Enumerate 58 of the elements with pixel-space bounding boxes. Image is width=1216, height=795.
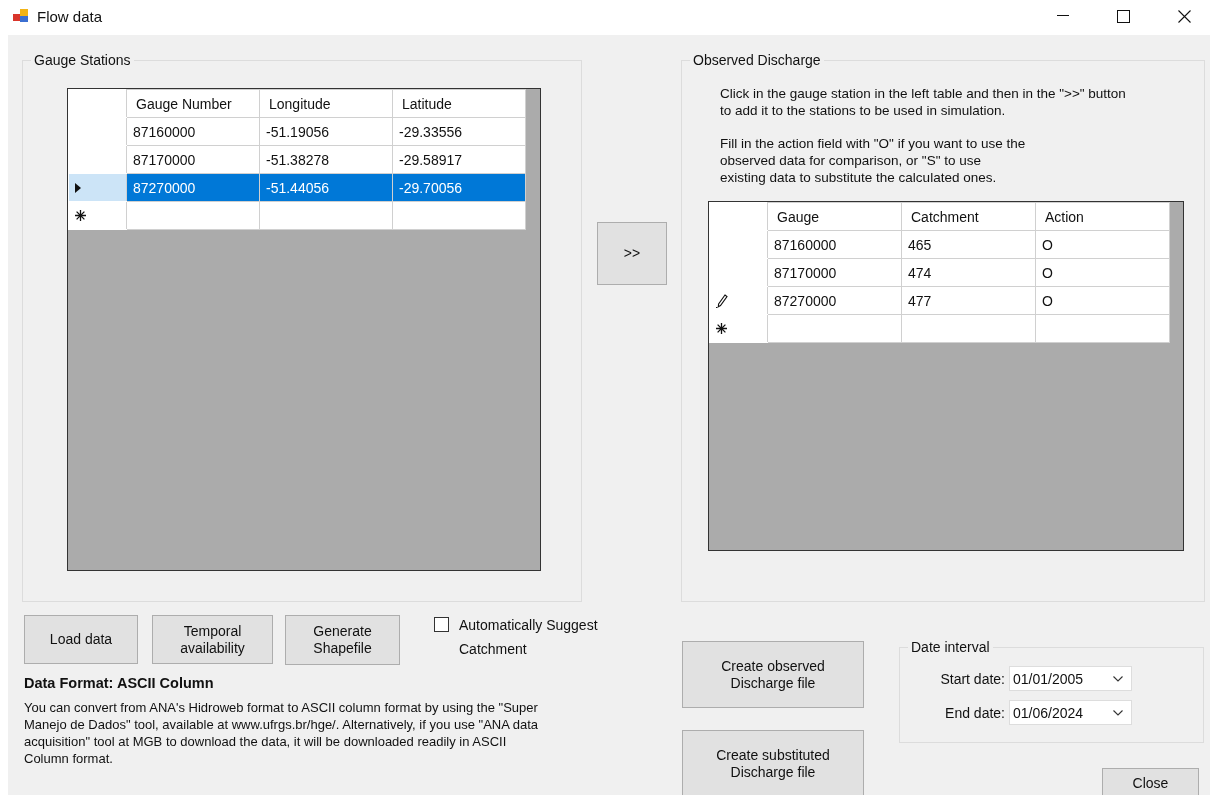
instruction-text: Click in the gauge station in the left table and then in the ">>" button to add it to the stations to be used in simulation. [720,85,1127,119]
field-label: End date: [945,704,1005,721]
column-header[interactable]: Gauge [767,202,902,231]
table-cell[interactable]: 87270000 [767,286,902,315]
table-cell[interactable]: O [1035,286,1170,315]
table-cell[interactable]: 87270000 [126,173,260,202]
field-label: Start date: [940,670,1005,687]
section-heading: Data Format: ASCII Column [24,675,215,691]
app-icon [12,8,30,24]
table-cell[interactable]: -51.44056 [259,173,393,202]
table-cell[interactable]: 87160000 [126,117,260,146]
dropdown-icon [1113,675,1123,682]
action-button[interactable]: Temporal availability [152,615,273,664]
date-picker[interactable]: 01/01/2005 [1009,666,1132,691]
table-cell[interactable]: -51.19056 [259,117,393,146]
table-cell[interactable]: O [1035,258,1170,287]
group-title: Gauge Stations [31,52,134,68]
instruction-text: Fill in the action field with "O" if you want to use the observed data for comparison, or "S" to use existing data to substitute the calculated ones. [720,135,1027,186]
date-picker[interactable]: 01/06/2024 [1009,700,1132,725]
table-cell[interactable]: O [1035,230,1170,259]
row-header[interactable] [709,314,768,343]
table-cell[interactable]: -29.70056 [392,173,526,202]
table-cell[interactable]: 477 [901,286,1036,315]
column-header[interactable]: Catchment [901,202,1036,231]
table-cell[interactable]: 87160000 [767,230,902,259]
group-title: Observed Discharge [690,52,824,68]
column-header[interactable]: Longitude [259,89,393,118]
window-title: Flow data [37,7,103,25]
column-header[interactable]: Gauge Number [126,89,260,118]
action-button[interactable]: Generate Shapefile [285,615,400,665]
close-icon[interactable] [1178,9,1191,23]
maximize-icon[interactable] [1117,9,1130,23]
column-header[interactable]: Latitude [392,89,526,118]
minimize-icon[interactable] [1057,15,1069,17]
new-row-icon [75,210,86,221]
current-row-icon [75,182,81,193]
table-cell[interactable]: -29.58917 [392,145,526,174]
table-cell[interactable]: -51.38278 [259,145,393,174]
table-cell[interactable]: 87170000 [126,145,260,174]
create-file-button[interactable]: Create substituted Discharge file [682,730,864,795]
new-row-icon [716,323,727,334]
group-title: Date interval [908,639,993,655]
dropdown-icon [1113,709,1123,716]
checkbox-label[interactable]: Automatically Suggest Catchment [459,613,609,661]
close-button[interactable]: Close [1102,768,1199,795]
create-file-button[interactable]: Create observed Discharge file [682,641,864,708]
action-button[interactable]: Load data [24,615,138,664]
table-cell[interactable]: 474 [901,258,1036,287]
pencil-icon [716,293,728,308]
info-text: You can convert from ANA's Hidroweb format to ASCII column format by using the "Super Manejo de Dados" tool, available at www.ufrgs.br/hge/. Alternatively, if you use "ANA data acquisition" tool at MGB to download the data, it will be downloaded readily in ASCII Column format. [24,699,540,767]
table-cell[interactable]: -29.33556 [392,117,526,146]
table-cell[interactable]: 465 [901,230,1036,259]
row-header[interactable] [68,201,127,230]
row-header[interactable] [709,286,768,315]
table-cell[interactable]: 87170000 [767,258,902,287]
checkbox[interactable] [434,617,449,632]
add-button[interactable]: >> [597,222,667,285]
column-header[interactable]: Action [1035,202,1170,231]
